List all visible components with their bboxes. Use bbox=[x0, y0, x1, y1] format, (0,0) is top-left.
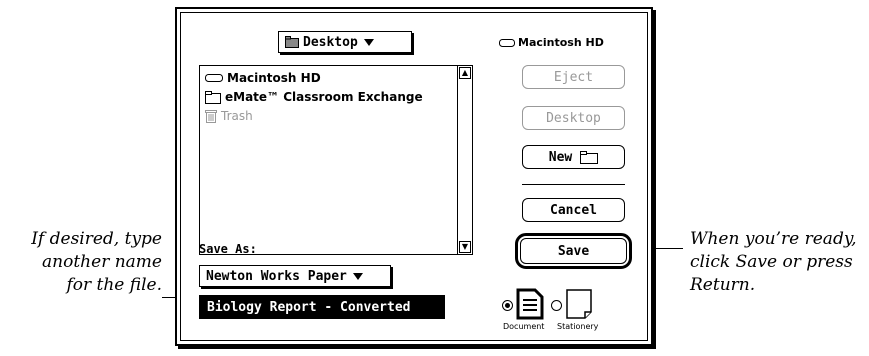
right-callout: When you’re ready, click Save or press R… bbox=[690, 228, 868, 297]
folder-icon bbox=[205, 90, 221, 104]
button-separator bbox=[522, 184, 625, 185]
list-item-label: Trash bbox=[221, 109, 253, 123]
filename-field[interactable]: Biology Report - Converted bbox=[199, 295, 445, 319]
format-popup[interactable]: Newton Works Paper bbox=[199, 265, 391, 287]
folder-popup-label: Desktop bbox=[303, 34, 358, 50]
folder-popup[interactable]: Desktop bbox=[278, 31, 412, 53]
filename-value: Biology Report - Converted bbox=[207, 299, 411, 315]
left-callout-line-3: for the file. bbox=[66, 275, 162, 295]
eject-button-label: Eject bbox=[553, 69, 594, 85]
chevron-down-icon bbox=[363, 38, 374, 46]
hard-drive-icon bbox=[499, 38, 515, 47]
folder-icon bbox=[285, 36, 299, 48]
document-icon bbox=[516, 288, 544, 320]
hard-drive-icon bbox=[205, 74, 223, 82]
save-dialog: Desktop Macintosh HD Macintosh HD eMate™… bbox=[175, 7, 653, 346]
list-item[interactable]: eMate™ Classroom Exchange bbox=[205, 88, 423, 106]
left-callout-line-1: If desired, type bbox=[31, 229, 162, 249]
cancel-button[interactable]: Cancel bbox=[522, 198, 625, 222]
list-item[interactable]: Macintosh HD bbox=[205, 69, 321, 87]
desktop-button[interactable]: Desktop bbox=[522, 106, 625, 130]
stationery-radio[interactable] bbox=[551, 300, 562, 311]
left-callout: If desired, type another name for the fi… bbox=[12, 228, 162, 297]
file-list[interactable]: Macintosh HD eMate™ Classroom Exchange T… bbox=[199, 65, 473, 255]
stationery-icon bbox=[566, 289, 592, 319]
left-callout-line-2: another name bbox=[42, 252, 162, 272]
new-folder-icon bbox=[580, 150, 599, 164]
desktop-button-label: Desktop bbox=[546, 110, 601, 126]
right-callout-line-3: Return. bbox=[690, 275, 756, 295]
save-button-label: Save bbox=[557, 243, 590, 259]
new-folder-button-label: New bbox=[548, 149, 573, 165]
document-radio[interactable] bbox=[502, 300, 513, 311]
format-popup-label: Newton Works Paper bbox=[206, 268, 347, 284]
cancel-button-label: Cancel bbox=[550, 202, 597, 218]
volume-label: Macintosh HD bbox=[518, 36, 604, 49]
scroll-down-arrow-icon[interactable]: ▼ bbox=[459, 241, 471, 253]
save-as-label: Save As: bbox=[199, 242, 257, 256]
chevron-down-icon bbox=[352, 272, 363, 280]
right-callout-line-1: When you’re ready, bbox=[690, 229, 857, 249]
scroll-up-arrow-icon[interactable]: ▲ bbox=[459, 67, 471, 79]
trash-icon bbox=[205, 110, 217, 123]
list-item-label: Macintosh HD bbox=[227, 71, 321, 85]
list-item-label: eMate™ Classroom Exchange bbox=[225, 90, 423, 104]
scrollbar[interactable]: ▲ ▼ bbox=[457, 66, 472, 254]
eject-button[interactable]: Eject bbox=[522, 65, 625, 89]
right-callout-line-2: click Save or press bbox=[690, 252, 853, 272]
list-item[interactable]: Trash bbox=[205, 107, 253, 125]
save-button[interactable]: Save bbox=[515, 233, 632, 269]
volume-indicator: Macintosh HD bbox=[499, 36, 604, 49]
stationery-caption: Stationery bbox=[557, 322, 599, 331]
document-caption: Document bbox=[503, 322, 545, 331]
new-folder-button[interactable]: New bbox=[522, 145, 625, 169]
